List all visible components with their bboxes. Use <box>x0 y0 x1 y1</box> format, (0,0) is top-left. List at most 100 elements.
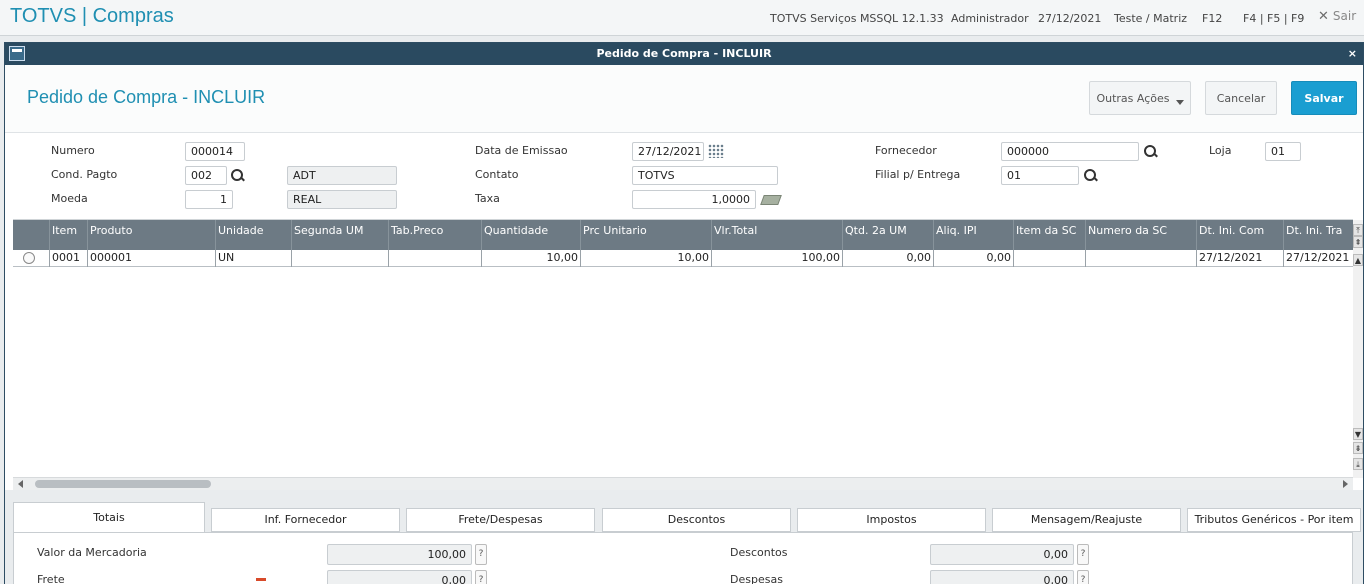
help-icon[interactable]: ? <box>475 570 487 584</box>
data-emissao-label: Data de Emissao <box>475 144 568 157</box>
grid-header-item[interactable]: Item <box>49 220 87 250</box>
search-icon[interactable] <box>1144 145 1158 159</box>
other-actions-button[interactable]: Outras Ações <box>1089 81 1191 115</box>
despesas-label: Despesas <box>730 573 783 584</box>
cell-prc-unitario[interactable]: 10,00 <box>580 250 711 267</box>
cell-item[interactable]: 0001 <box>49 250 87 267</box>
row-select-radio[interactable] <box>23 252 35 264</box>
grid-header-aliq-ipi[interactable]: Aliq. IPI <box>933 220 1013 250</box>
scroll-thumb[interactable] <box>35 480 211 488</box>
tab-mensagem-reajuste[interactable]: Mensagem/Reajuste <box>992 508 1181 532</box>
data-emissao-field[interactable]: 27/12/2021 <box>632 142 704 161</box>
chevron-down-icon <box>1176 100 1184 105</box>
grid-horizontal-scrollbar[interactable] <box>13 477 1353 490</box>
cell-tab-preco[interactable] <box>388 250 481 267</box>
cell-unidade[interactable]: UN <box>215 250 291 267</box>
cell-numero-sc[interactable] <box>1085 250 1196 267</box>
cancel-button[interactable]: Cancelar <box>1205 81 1277 115</box>
grid-header: Item Produto Unidade Segunda UM Tab.Prec… <box>13 220 1353 250</box>
scroll-bottom-icon[interactable]: ⤓ <box>1353 458 1363 470</box>
grid-header-dt-ini-tra[interactable]: Dt. Ini. Tra <box>1283 220 1353 250</box>
scroll-up-icon[interactable]: ▲ <box>1353 254 1363 266</box>
grid-header-numero-sc[interactable]: Numero da SC <box>1085 220 1196 250</box>
cell-dt-ini-com[interactable]: 27/12/2021 <box>1196 250 1283 267</box>
cond-pagto-field[interactable]: 002 <box>185 166 227 185</box>
grid-header-tab-preco[interactable]: Tab.Preco <box>388 220 481 250</box>
server-info: TOTVS Serviços MSSQL 12.1.33 <box>770 12 944 25</box>
contato-label: Contato <box>475 168 519 181</box>
window-close-button[interactable]: × <box>1348 43 1357 65</box>
loja-label: Loja <box>1209 144 1232 157</box>
filial-entrega-field[interactable]: 01 <box>1001 166 1079 185</box>
page-title: Pedido de Compra - INCLUIR <box>27 87 266 107</box>
frete-label: Frete <box>37 573 65 584</box>
moeda-label: Moeda <box>51 192 88 205</box>
purchase-order-window: Pedido de Compra - INCLUIR × Pedido de C… <box>4 42 1364 584</box>
scroll-top-icon[interactable]: ⤒ <box>1353 224 1363 236</box>
moeda-field[interactable]: 1 <box>185 190 233 209</box>
fornecedor-label: Fornecedor <box>875 144 937 157</box>
search-icon[interactable] <box>231 169 245 183</box>
grid-header-segunda-um[interactable]: Segunda UM <box>291 220 388 250</box>
window-title: Pedido de Compra - INCLUIR <box>596 47 772 60</box>
scroll-page-down-icon[interactable]: ⇟ <box>1353 442 1363 454</box>
tab-impostos[interactable]: Impostos <box>797 508 986 532</box>
tab-inf-fornecedor[interactable]: Inf. Fornecedor <box>211 508 400 532</box>
grid-header-produto[interactable]: Produto <box>87 220 215 250</box>
descontos-field: 0,00 <box>930 544 1074 565</box>
tab-frete-despesas[interactable]: Frete/Despesas <box>406 508 595 532</box>
scroll-right-icon[interactable] <box>1343 480 1348 488</box>
cell-aliq-ipi[interactable]: 0,00 <box>933 250 1013 267</box>
contato-field[interactable]: TOTVS <box>632 166 778 185</box>
shortcut-f4-f5-f9[interactable]: F4 | F5 | F9 <box>1243 12 1304 25</box>
shortcut-f12[interactable]: F12 <box>1202 12 1222 25</box>
tab-tributos-genericos[interactable]: Tributos Genéricos - Por item <box>1187 508 1361 532</box>
valor-mercadoria-label: Valor da Mercadoria <box>37 546 147 559</box>
save-button[interactable]: Salvar <box>1291 81 1357 115</box>
grid-header-qtd-2a-um[interactable]: Qtd. 2a UM <box>842 220 933 250</box>
fornecedor-field[interactable]: 000000 <box>1001 142 1139 161</box>
company-info[interactable]: Teste / Matriz <box>1114 12 1187 25</box>
cell-produto[interactable]: 000001 <box>87 250 215 267</box>
taxa-field[interactable]: 1,0000 <box>632 190 756 209</box>
scroll-page-up-icon[interactable]: ⇞ <box>1353 236 1363 248</box>
loja-field[interactable]: 01 <box>1265 142 1301 161</box>
numero-field[interactable]: 000014 <box>185 142 245 161</box>
grid-header-vlr-total[interactable]: Vlr.Total <box>711 220 842 250</box>
grid-header-select <box>13 220 49 250</box>
tab-totais[interactable]: Totais <box>13 502 205 533</box>
user-info[interactable]: Administrador <box>951 12 1029 25</box>
grid-header-dt-ini-com[interactable]: Dt. Ini. Com <box>1196 220 1283 250</box>
descontos-label: Descontos <box>730 546 788 559</box>
help-icon[interactable]: ? <box>475 544 487 565</box>
cell-segunda-um[interactable] <box>291 250 388 267</box>
help-icon[interactable]: ? <box>1077 544 1089 565</box>
window-titlebar: Pedido de Compra - INCLUIR × <box>5 43 1363 65</box>
scroll-down-icon[interactable]: ▼ <box>1353 428 1363 440</box>
help-icon[interactable]: ? <box>1077 570 1089 584</box>
tab-descontos[interactable]: Descontos <box>602 508 791 532</box>
grid-header-unidade[interactable]: Unidade <box>215 220 291 250</box>
grid-header-quantidade[interactable]: Quantidade <box>481 220 580 250</box>
search-icon[interactable] <box>1084 169 1098 183</box>
cond-pagto-label: Cond. Pagto <box>51 168 118 181</box>
date-info[interactable]: 27/12/2021 <box>1038 12 1101 25</box>
scroll-left-icon[interactable] <box>18 480 23 488</box>
cell-dt-ini-tra[interactable]: 27/12/2021 <box>1283 250 1353 267</box>
calendar-icon[interactable] <box>708 144 724 158</box>
app-root: TOTVS | Compras TOTVS Serviços MSSQL 12.… <box>0 0 1364 584</box>
grid-header-prc-unitario[interactable]: Prc Unitario <box>580 220 711 250</box>
moeda-desc-field: REAL <box>287 190 397 209</box>
cell-qtd-2a-um[interactable]: 0,00 <box>842 250 933 267</box>
numero-label: Numero <box>51 144 95 157</box>
exit-button[interactable]: ✕ Sair <box>1318 9 1356 24</box>
cell-item-sc[interactable] <box>1013 250 1085 267</box>
table-row[interactable]: 0001 000001 UN 10,00 10,00 100,00 0,00 0… <box>13 250 1353 267</box>
currency-icon[interactable] <box>760 195 782 205</box>
grid-header-item-sc[interactable]: Item da SC <box>1013 220 1085 250</box>
grid-vertical-scrollbar[interactable]: ⤒ ⇞ ▲ ▼ ⇟ ⤓ <box>1353 220 1363 478</box>
exit-label: Sair <box>1332 9 1357 23</box>
cell-quantidade[interactable]: 10,00 <box>481 250 580 267</box>
app-brand: TOTVS | Compras <box>10 5 174 27</box>
cell-vlr-total[interactable]: 100,00 <box>711 250 842 267</box>
